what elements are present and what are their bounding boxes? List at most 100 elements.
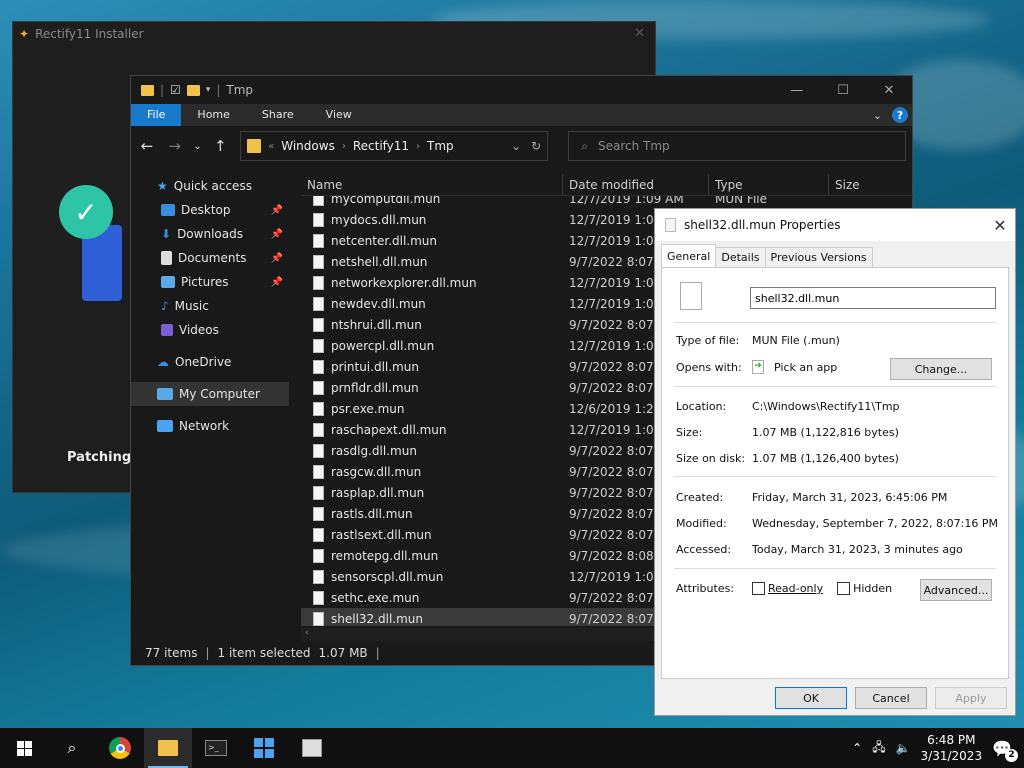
installer-titlebar[interactable]: ✦ Rectify11 Installer — [13, 22, 655, 46]
apply-button[interactable]: Apply — [935, 687, 1007, 709]
pick-app-icon: ➔ — [752, 360, 764, 374]
system-tray: ⌃ 🖧 🔈 6:48 PM 3/31/2023 💬 2 — [852, 732, 1024, 764]
overflow-chevron-icon[interactable]: « — [268, 141, 274, 152]
chevron-right-icon[interactable]: › — [416, 141, 420, 152]
sidebar-item-music[interactable]: ♪ Music — [131, 294, 289, 318]
tab-previous-versions[interactable]: Previous Versions — [764, 247, 873, 267]
hidden-label[interactable]: Hidden — [853, 582, 892, 595]
size-label: Size: — [676, 426, 703, 439]
chrome-icon — [109, 737, 131, 759]
properties-titlebar[interactable]: shell32.dll.mun Properties ✕ — [655, 209, 1015, 241]
file-icon — [313, 212, 324, 227]
tab-view[interactable]: View — [310, 104, 368, 126]
clock[interactable]: 6:48 PM 3/31/2023 — [921, 732, 983, 764]
disk-value: 1.07 MB (1,126,400 bytes) — [752, 452, 899, 465]
network-icon[interactable]: 🖧 — [872, 738, 885, 759]
filename-field[interactable] — [750, 287, 996, 309]
created-label: Created: — [676, 491, 724, 504]
cancel-button[interactable]: Cancel — [855, 687, 927, 709]
sidebar-item-downloads[interactable]: ⬇ Downloads 📌 — [131, 222, 289, 246]
taskbar-terminal[interactable]: >_ — [192, 728, 240, 768]
file-name-cell: rasdlg.dll.mun — [301, 443, 565, 458]
sidebar-item-videos[interactable]: Videos — [131, 318, 289, 342]
readonly-label[interactable]: Read-only — [768, 582, 823, 595]
sidebar-item-documents[interactable]: Documents 📌 — [131, 246, 289, 270]
file-name-cell: netshell.dll.mun — [301, 254, 565, 269]
taskbar-rectify11[interactable] — [240, 728, 288, 768]
file-name-cell: mycomputdll.mun — [301, 196, 565, 206]
breadcrumb-tmp[interactable]: Tmp — [427, 139, 454, 153]
file-name: ntshrui.dll.mun — [331, 317, 422, 332]
pictures-icon — [161, 276, 175, 288]
file-name: rastlsext.dll.mun — [331, 527, 432, 542]
column-date[interactable]: Date modified — [563, 174, 709, 195]
computer-icon — [157, 388, 173, 400]
file-type: MUN File — [715, 196, 768, 206]
explorer-title: Tmp — [226, 83, 254, 97]
ribbon-tabs: File Home Share View ⌄ ? — [131, 104, 912, 126]
sidebar-item-my-computer[interactable]: My Computer — [131, 382, 289, 406]
notification-icon[interactable]: 💬 2 — [992, 739, 1018, 762]
file-icon — [313, 196, 324, 206]
search-button[interactable]: ⌕ — [48, 728, 96, 768]
address-bar[interactable]: « Windows › Rectify11 › Tmp ⌄ ↻ — [240, 131, 549, 161]
sidebar-item-network[interactable]: Network — [131, 414, 289, 438]
tab-details[interactable]: Details — [715, 247, 766, 267]
sidebar-item-onedrive[interactable]: ☁ OneDrive — [131, 350, 289, 374]
file-name: mycomputdll.mun — [331, 196, 441, 206]
maximize-icon[interactable]: ☐ — [820, 76, 866, 104]
installer-close-icon[interactable]: ✕ — [634, 26, 645, 41]
recent-locations-icon[interactable]: ⌄ — [193, 141, 203, 152]
tab-file[interactable]: File — [131, 104, 182, 126]
file-name: netshell.dll.mun — [331, 254, 428, 269]
new-folder-qat-icon[interactable] — [186, 84, 200, 96]
explorer-titlebar[interactable]: | ☑ ▾ | Tmp — ☐ ✕ — [131, 76, 912, 104]
advanced-button[interactable]: Advanced... — [920, 579, 992, 601]
readonly-checkbox[interactable] — [752, 582, 765, 595]
up-arrow-icon[interactable]: ↑ — [210, 137, 230, 155]
back-arrow-icon[interactable]: ← — [137, 137, 157, 155]
minimize-icon[interactable]: — — [774, 76, 820, 104]
column-type[interactable]: Type — [709, 174, 829, 195]
taskbar: ⌕ >_ ⌃ 🖧 🔈 6:48 PM 3/31/2023 💬 2 — [0, 728, 1024, 768]
breadcrumb-rectify11[interactable]: Rectify11 — [353, 139, 409, 153]
taskbar-file-explorer[interactable] — [144, 728, 192, 768]
change-button[interactable]: Change... — [890, 358, 992, 380]
column-size[interactable]: Size — [829, 174, 913, 195]
search-placeholder: Search Tmp — [597, 139, 670, 153]
tab-home[interactable]: Home — [181, 104, 245, 126]
expand-ribbon-icon[interactable]: ⌄ — [873, 109, 882, 122]
chevron-right-icon[interactable]: › — [342, 141, 346, 152]
close-icon[interactable]: ✕ — [866, 76, 912, 104]
sidebar-label: Documents — [178, 251, 247, 265]
address-dropdown-icon[interactable]: ⌄ — [511, 139, 521, 153]
success-check-icon: ✓ — [59, 185, 113, 239]
file-icon — [313, 485, 324, 500]
forward-arrow-icon[interactable]: → — [165, 137, 185, 155]
file-name: newdev.dll.mun — [331, 296, 426, 311]
tab-share[interactable]: Share — [246, 104, 310, 126]
file-icon — [313, 338, 324, 353]
sidebar-item-pictures[interactable]: Pictures 📌 — [131, 270, 289, 294]
close-icon[interactable]: ✕ — [985, 216, 1015, 235]
sidebar-item-desktop[interactable]: Desktop 📌 — [131, 198, 289, 222]
download-icon: ⬇ — [161, 227, 172, 241]
properties-qat-icon[interactable]: ☑ — [170, 83, 181, 97]
refresh-icon[interactable]: ↻ — [531, 139, 541, 153]
taskbar-chrome[interactable] — [96, 728, 144, 768]
ok-button[interactable]: OK — [775, 687, 847, 709]
tab-general[interactable]: General — [661, 244, 717, 267]
file-name-cell: ntshrui.dll.mun — [301, 317, 565, 332]
breadcrumb-windows[interactable]: Windows — [281, 139, 335, 153]
hidden-checkbox[interactable] — [837, 582, 851, 595]
taskbar-properties[interactable] — [288, 728, 336, 768]
help-icon[interactable]: ? — [892, 107, 908, 123]
search-box[interactable]: ⌕ Search Tmp — [568, 131, 907, 161]
volume-icon[interactable]: 🔈 — [896, 741, 911, 755]
sidebar-item-quick-access[interactable]: ★ Quick access — [131, 174, 289, 198]
start-button[interactable] — [0, 728, 48, 768]
sidebar-label: Downloads — [177, 227, 243, 241]
column-name[interactable]: Name — [301, 174, 563, 195]
qat-dropdown-icon[interactable]: ▾ — [206, 85, 211, 95]
chevron-up-icon[interactable]: ⌃ — [852, 741, 862, 755]
